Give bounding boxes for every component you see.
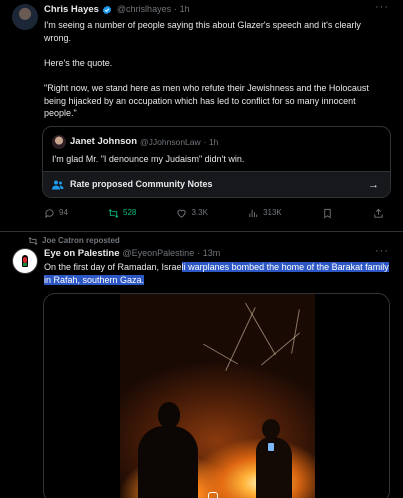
phone-light: [268, 443, 274, 451]
tweet-actions: 94 528 3.3K 313K: [44, 208, 384, 219]
author-name[interactable]: Eye on Palestine: [44, 248, 120, 260]
reply-button[interactable]: 94: [44, 208, 68, 219]
quote-avatar: [52, 135, 66, 149]
video-frame[interactable]: [120, 294, 315, 498]
reposted-by-label: Joe Catron reposted: [42, 236, 120, 245]
repost-context[interactable]: Joe Catron reposted: [28, 236, 120, 246]
avatar[interactable]: [12, 4, 38, 30]
quote-text: I'm glad Mr. "I denounce my Judaism" did…: [52, 154, 245, 164]
quote-author-name: Janet Johnson: [70, 136, 138, 147]
tree-branch: [245, 302, 276, 356]
tree-branch: [225, 307, 256, 371]
reply-count: 94: [59, 208, 68, 218]
heart-icon: [177, 209, 187, 218]
more-options-button[interactable]: ···: [375, 244, 389, 258]
author-handle[interactable]: @chrislhayes: [117, 4, 171, 16]
repost-icon: [108, 209, 119, 218]
verified-badge-icon: [102, 5, 112, 15]
timestamp[interactable]: · 13m: [197, 248, 220, 260]
share-icon: [374, 208, 383, 218]
community-notes-label: Rate proposed Community Notes: [70, 178, 213, 189]
like-count: 3.3K: [191, 208, 208, 218]
bookmark-button[interactable]: [322, 208, 333, 219]
rate-community-notes-button[interactable]: Rate proposed Community Notes →: [43, 171, 390, 197]
timestamp[interactable]: · 1h: [174, 4, 190, 16]
divider: [0, 231, 403, 232]
views-button[interactable]: 313K: [248, 208, 282, 219]
views-icon: [249, 209, 258, 218]
silhouette-body: [138, 426, 198, 498]
tweet-header: Eye on Palestine @EyeonPalestine · 13m: [44, 248, 220, 260]
tweet-text-paragraph: "Right now, we stand here as men who ref…: [44, 83, 369, 118]
avatar[interactable]: [12, 248, 38, 274]
share-button[interactable]: [373, 208, 384, 219]
silhouette-head: [158, 402, 180, 428]
tweet-header: Chris Hayes @chrislhayes · 1h: [44, 4, 190, 16]
like-button[interactable]: 3.3K: [176, 208, 208, 219]
reply-icon: [45, 209, 54, 219]
bookmark-icon: [324, 208, 331, 219]
quoted-tweet[interactable]: Janet Johnson @JJohnsonLaw · 1h I'm glad…: [42, 126, 391, 198]
tweet-text-paragraph: I'm seeing a number of people saying thi…: [44, 20, 361, 43]
author-handle[interactable]: @EyeonPalestine: [123, 248, 195, 260]
repost-button[interactable]: 528: [108, 208, 136, 219]
silhouette-person: [138, 402, 198, 498]
video-overlay-icon[interactable]: [208, 492, 218, 498]
tweet-media-video[interactable]: [43, 293, 390, 498]
flag-icon: [22, 255, 28, 267]
silhouette-person: [254, 419, 296, 498]
tweet-text: On the first day of Ramadan, Israeli war…: [44, 261, 390, 286]
view-count: 313K: [263, 208, 282, 218]
repost-count: 528: [123, 208, 137, 218]
more-options-button[interactable]: ···: [375, 0, 389, 14]
author-name[interactable]: Chris Hayes: [44, 4, 99, 16]
arrow-right-icon: →: [368, 179, 379, 191]
quote-timestamp: · 1h: [203, 136, 219, 147]
silhouette-head: [262, 419, 280, 439]
community-notes-icon: [52, 180, 64, 189]
silhouette-body: [256, 437, 292, 498]
tweet-chris-hayes[interactable]: Chris Hayes @chrislhayes · 1h ··· I'm se…: [0, 0, 403, 231]
tweet-text-paragraph: Here's the quote.: [44, 58, 113, 68]
quote-author-handle: @JJohnsonLaw: [140, 136, 201, 147]
repost-icon: [28, 237, 38, 246]
quote-header: Janet Johnson @JJohnsonLaw · 1h: [70, 136, 218, 148]
tweet-text-plain: On the first day of Ramadan, Israe: [44, 262, 182, 272]
